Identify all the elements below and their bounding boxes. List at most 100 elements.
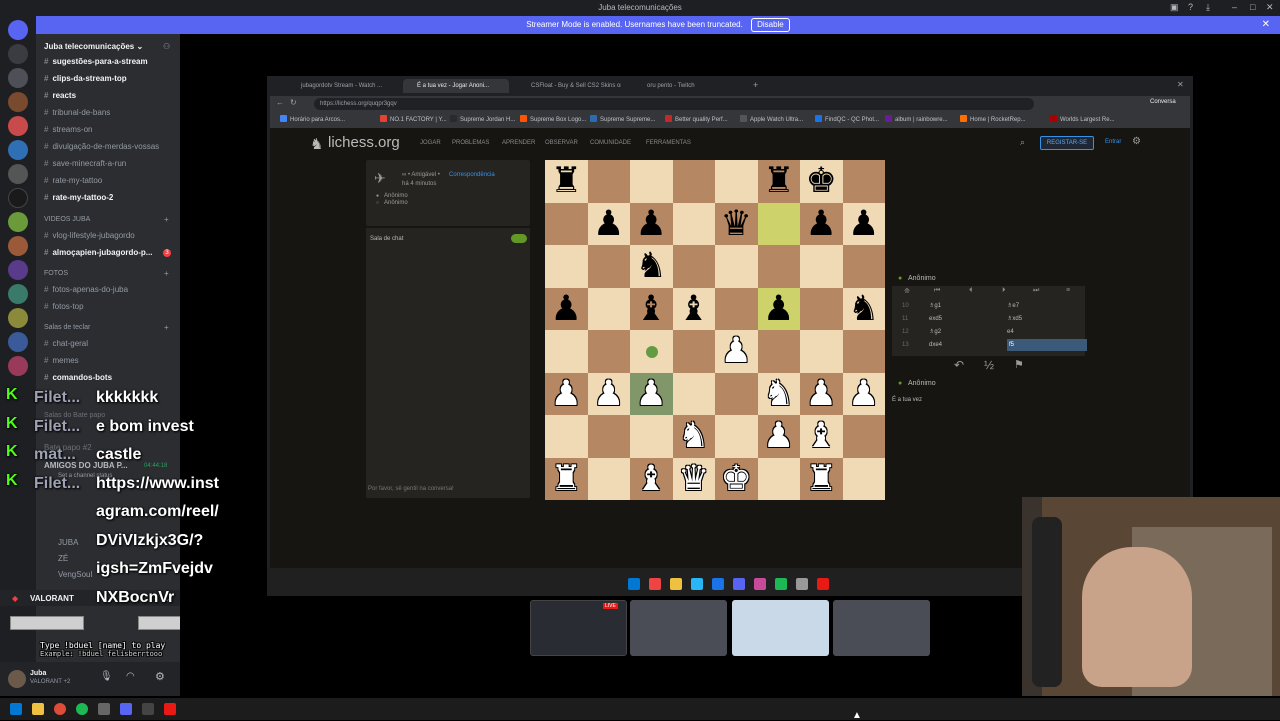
bookmark-item[interactable]: Worlds Largest Re... bbox=[1050, 115, 1115, 123]
board-square[interactable] bbox=[630, 160, 673, 203]
task-thumbnail[interactable] bbox=[732, 600, 829, 656]
board-square[interactable] bbox=[587, 330, 630, 373]
board-square[interactable] bbox=[545, 415, 588, 458]
flip-board-icon[interactable]: ⟰ bbox=[904, 287, 910, 295]
last-move-icon[interactable]: ⏭ bbox=[1033, 287, 1039, 295]
white-queen-piece[interactable]: ♛ bbox=[673, 458, 716, 501]
white-move[interactable]: exd5 bbox=[929, 313, 942, 325]
board-square[interactable] bbox=[715, 245, 758, 288]
chat-input[interactable]: Por favor, sê gentil na conversa! bbox=[368, 486, 454, 492]
channel-item[interactable]: # sugestões-para-a-stream bbox=[44, 56, 178, 68]
nav-problemas[interactable]: PROBLEMAS bbox=[452, 140, 489, 146]
channel-item[interactable]: # clips-da-stream-top bbox=[44, 73, 178, 85]
nav-observar[interactable]: OBSERVAR bbox=[545, 140, 578, 146]
board-square[interactable] bbox=[545, 330, 588, 373]
white-pawn-piece[interactable]: ♟ bbox=[715, 330, 758, 373]
server-icon[interactable] bbox=[8, 332, 28, 352]
black-move[interactable]: f5 bbox=[1007, 339, 1087, 351]
board-square[interactable] bbox=[715, 160, 758, 203]
server-icon[interactable] bbox=[8, 164, 28, 184]
user-name[interactable]: Juba bbox=[30, 670, 46, 677]
white-knight-piece[interactable]: ♞ bbox=[758, 373, 801, 416]
channel-item[interactable]: # almoçapien-jubagordo-p... bbox=[44, 247, 178, 259]
maximize-icon[interactable]: □ bbox=[1250, 2, 1255, 12]
channel-item[interactable]: # chat-geral bbox=[44, 338, 178, 350]
board-square[interactable] bbox=[715, 287, 758, 330]
channel-item[interactable]: # comandos-bots bbox=[44, 372, 178, 384]
black-pawn-piece[interactable]: ♟ bbox=[545, 288, 588, 331]
browser-tab[interactable]: CSFloat - Buy & Sell CS2 Skins on ... bbox=[517, 79, 621, 93]
server-icon[interactable] bbox=[8, 68, 28, 88]
search-icon[interactable]: ⌕ bbox=[1020, 137, 1025, 148]
channel-item[interactable]: # memes bbox=[44, 355, 178, 367]
server-name[interactable]: Juba telecomunicações ⌄ bbox=[44, 42, 143, 51]
board-square[interactable] bbox=[757, 202, 800, 245]
board-square[interactable] bbox=[757, 245, 800, 288]
home-icon[interactable] bbox=[8, 20, 28, 40]
bookmark-item[interactable]: Supreme Supreme... bbox=[590, 115, 655, 123]
black-bishop-piece[interactable]: ♝ bbox=[630, 288, 673, 331]
taskbar-app-icon[interactable] bbox=[628, 578, 640, 590]
server-icon[interactable] bbox=[8, 188, 28, 208]
board-square[interactable] bbox=[842, 245, 885, 288]
nav-ferramentas[interactable]: FERRAMENTAS bbox=[646, 140, 691, 146]
bookmark-item[interactable]: Home | RocketRep... bbox=[960, 115, 1026, 123]
board-square[interactable] bbox=[715, 372, 758, 415]
board-square[interactable] bbox=[842, 457, 885, 500]
task-thumbnail[interactable]: LIVE bbox=[530, 600, 627, 656]
white-knight-piece[interactable]: ♞ bbox=[673, 415, 716, 458]
channel-item[interactable]: # vlog-lifestyle-jubagordo bbox=[44, 230, 178, 242]
black-pawn-piece[interactable]: ♟ bbox=[588, 203, 631, 246]
discord-icon[interactable] bbox=[120, 703, 132, 715]
white-move[interactable]: dxe4 bbox=[929, 339, 942, 351]
board-square[interactable] bbox=[672, 372, 715, 415]
category-salas[interactable]: Salas de teclar bbox=[44, 324, 90, 331]
bookmark-item[interactable]: Apple Watch Ultra... bbox=[740, 115, 803, 123]
white-bishop-piece[interactable]: ♝ bbox=[800, 415, 843, 458]
move-hint-dot[interactable] bbox=[646, 346, 658, 358]
server-icon[interactable] bbox=[8, 92, 28, 112]
bookmark-item[interactable]: Horário para Arcos... bbox=[280, 115, 345, 123]
bookmark-item[interactable]: FindQC - QC Phot... bbox=[815, 115, 879, 123]
channel-item[interactable]: # streams-on bbox=[44, 124, 178, 136]
white-pawn-piece[interactable]: ♟ bbox=[800, 373, 843, 416]
taskbar-app-icon[interactable] bbox=[670, 578, 682, 590]
board-square[interactable] bbox=[842, 160, 885, 203]
board-square[interactable] bbox=[757, 330, 800, 373]
bookmark-item[interactable]: Supreme Box Logo... bbox=[520, 115, 586, 123]
black-knight-piece[interactable]: ♞ bbox=[630, 245, 673, 288]
white-rook-piece[interactable]: ♜ bbox=[545, 458, 588, 501]
reload-icon[interactable]: ↻ bbox=[290, 98, 297, 107]
bookmark-item[interactable]: NO.1 FACTORY | Y... bbox=[380, 115, 447, 123]
black-pawn-piece[interactable]: ♟ bbox=[843, 203, 886, 246]
inbox-icon[interactable]: ▣ bbox=[1170, 2, 1179, 13]
board-square[interactable] bbox=[800, 245, 843, 288]
app-icon[interactable] bbox=[164, 703, 176, 715]
board-square[interactable] bbox=[800, 287, 843, 330]
add-channel-icon[interactable]: + bbox=[164, 215, 169, 224]
new-tab-icon[interactable]: + bbox=[753, 80, 758, 90]
server-icon[interactable] bbox=[8, 236, 28, 256]
board-square[interactable] bbox=[587, 457, 630, 500]
app-icon[interactable] bbox=[98, 703, 110, 715]
taskbar-app-icon[interactable] bbox=[712, 578, 724, 590]
server-icon[interactable] bbox=[8, 212, 28, 232]
server-icon[interactable] bbox=[8, 356, 28, 376]
close-window-icon[interactable]: ✕ bbox=[1266, 2, 1274, 13]
taskbar-app-icon[interactable] bbox=[733, 578, 745, 590]
headphones-icon[interactable]: ◠ bbox=[126, 671, 135, 682]
nav-comunidade[interactable]: COMUNIDADE bbox=[590, 140, 631, 146]
white-rook-piece[interactable]: ♜ bbox=[800, 458, 843, 501]
board-square[interactable] bbox=[800, 330, 843, 373]
gear-icon[interactable]: ⚙ bbox=[155, 670, 165, 683]
black-knight-piece[interactable]: ♞ bbox=[843, 288, 886, 331]
close-banner-icon[interactable]: ✕ bbox=[1262, 16, 1270, 34]
browser-tab[interactable]: oru pento - Twitch bbox=[633, 79, 737, 93]
invite-icon[interactable]: ⚇ bbox=[163, 42, 170, 51]
close-icon[interactable]: ✕ bbox=[1177, 80, 1184, 89]
browser-tab[interactable]: jubagordotv Stream - Watch ... bbox=[287, 79, 397, 93]
board-square[interactable] bbox=[842, 330, 885, 373]
channel-item[interactable]: # divulgação-de-merdas-vossas bbox=[44, 141, 178, 153]
add-channel-icon[interactable]: + bbox=[164, 269, 169, 278]
taskbar-app-icon[interactable] bbox=[691, 578, 703, 590]
